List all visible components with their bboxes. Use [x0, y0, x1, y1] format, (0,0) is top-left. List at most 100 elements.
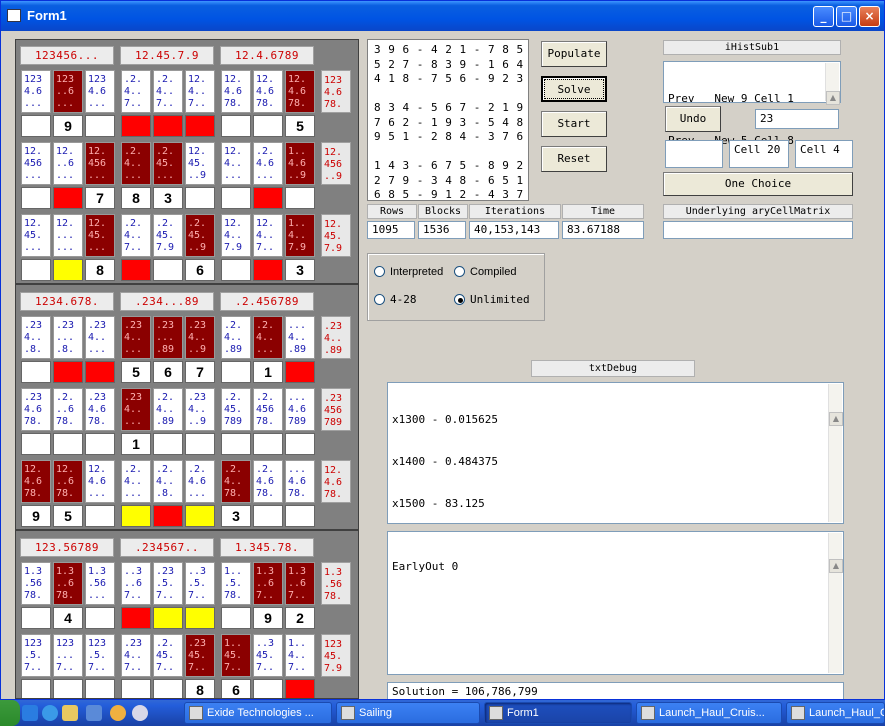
candidate-cell[interactable]: 12. 4.. ...	[221, 142, 251, 185]
start-button[interactable]	[0, 700, 20, 726]
candidate-cell[interactable]: 123 ... 7..	[53, 634, 83, 677]
cell-field-a[interactable]	[665, 140, 723, 168]
candidate-cell[interactable]: 1.3 ..6 78.	[53, 562, 83, 605]
candidate-cell[interactable]: 12. 4.6 78.	[253, 70, 283, 113]
answer-cell[interactable]	[253, 679, 283, 698]
earlyout-textbox[interactable]: EarlyOut 0 ▲ ▼	[387, 531, 844, 675]
candidate-cell[interactable]: .23 4.. ...	[121, 316, 151, 359]
answer-cell[interactable]	[85, 115, 115, 137]
answer-cell[interactable]	[21, 187, 51, 209]
candidate-cell[interactable]: .23 ... .8.	[53, 316, 83, 359]
candidate-cell[interactable]: ..3 ..6 7..	[121, 562, 151, 605]
candidate-cell[interactable]: 1.. .5. 78.	[221, 562, 251, 605]
task-launch-haul-2[interactable]: Launch_Haul_C	[786, 702, 885, 724]
iterations-value[interactable]: 40,153,143	[469, 221, 559, 239]
candidate-cell[interactable]: .2. 4.. ...	[121, 460, 151, 503]
candidate-cell[interactable]: 1.3 ..6 7..	[253, 562, 283, 605]
candidate-cell[interactable]: .2. 4.. .89	[221, 316, 251, 359]
candidate-cell[interactable]: 12. ..6 78.	[53, 460, 83, 503]
task-form1[interactable]: Form1	[484, 702, 632, 724]
scroll-up-icon[interactable]: ▲	[829, 559, 843, 573]
answer-cell[interactable]	[153, 259, 183, 281]
outlook-icon[interactable]	[86, 705, 102, 721]
candidate-cell[interactable]: 12. 45. ..9	[185, 142, 215, 185]
answer-cell[interactable]: 8	[185, 679, 215, 698]
debug-textbox[interactable]: x1300 - 0.015625 x1400 - 0.484375 x1500 …	[387, 382, 844, 576]
candidate-cell[interactable]: .2. 45. 789	[221, 388, 251, 431]
unlimited-radio[interactable]: Unlimited	[454, 293, 530, 306]
candidate-cell[interactable]: .2. 45. ...	[153, 142, 183, 185]
candidate-cell[interactable]: .2. 4.. ...	[253, 316, 283, 359]
candidate-cell[interactable]: .2. 4.. 7..	[153, 70, 183, 113]
interpreted-radio[interactable]: Interpreted	[374, 266, 443, 278]
candidate-cell[interactable]: 12. 4.6 78.	[21, 460, 51, 503]
candidate-cell[interactable]: 123 4.6 ...	[85, 70, 115, 113]
undo-button[interactable]: Undo	[665, 106, 721, 132]
answer-cell[interactable]	[285, 679, 315, 698]
candidate-cell[interactable]: ..3 45. 7..	[253, 634, 283, 677]
matrix-field[interactable]	[663, 221, 853, 239]
candidate-cell[interactable]: 12. 456 ...	[21, 142, 51, 185]
blocks-value[interactable]: 1536	[418, 221, 466, 239]
compiled-radio[interactable]: Compiled	[454, 266, 516, 278]
answer-cell[interactable]	[221, 361, 251, 383]
answer-cell[interactable]	[121, 115, 151, 137]
candidate-cell[interactable]: .2. 4.. ...	[121, 142, 151, 185]
answer-cell[interactable]: 5	[285, 115, 315, 137]
answer-cell[interactable]	[121, 607, 151, 629]
scroll-up-icon[interactable]: ▲	[826, 91, 840, 105]
candidate-cell[interactable]: 12. 45. ...	[21, 214, 51, 257]
candidate-cell[interactable]: ... 4.6 789	[285, 388, 315, 431]
answer-cell[interactable]	[153, 607, 183, 629]
candidate-cell[interactable]: ... 4.6 78.	[285, 460, 315, 503]
answer-cell[interactable]	[153, 505, 183, 527]
candidate-cell[interactable]: .2. 45. 7..	[153, 634, 183, 677]
clock-icon[interactable]	[110, 705, 126, 721]
range-radio[interactable]: 4-28	[374, 293, 417, 306]
answer-cell[interactable]	[85, 679, 115, 698]
debug-scrollbar[interactable]: ▲ ▼	[828, 384, 843, 576]
answer-cell[interactable]	[253, 505, 283, 527]
answer-cell[interactable]: 1	[253, 361, 283, 383]
answer-cell[interactable]: 7	[85, 187, 115, 209]
candidate-cell[interactable]: .23 4.6 78.	[85, 388, 115, 431]
task-exide[interactable]: Exide Technologies ...	[184, 702, 332, 724]
answer-cell[interactable]: 9	[21, 505, 51, 527]
candidate-cell[interactable]: .2. 45. 7.9	[153, 214, 183, 257]
title-bar[interactable]: Form1 _ □ ×	[1, 1, 884, 31]
candidate-cell[interactable]: 1.. 45. 7..	[221, 634, 251, 677]
candidate-cell[interactable]: 12. 4.. 7..	[253, 214, 283, 257]
candidate-cell[interactable]: .2. 456 78.	[253, 388, 283, 431]
solve-button[interactable]: Solve	[541, 76, 607, 102]
candidate-cell[interactable]: .23 ... .89	[153, 316, 183, 359]
candidate-cell[interactable]: .2. 45. ..9	[185, 214, 215, 257]
candidate-cell[interactable]: .23 4.. ...	[121, 388, 151, 431]
one-choice-button[interactable]: One Choice	[663, 172, 853, 196]
answer-cell[interactable]: 5	[121, 361, 151, 383]
candidate-cell[interactable]: .2. 4.. .8.	[153, 460, 183, 503]
answer-cell[interactable]: 1	[121, 433, 151, 455]
candidate-cell[interactable]: 12. ..6 ...	[53, 142, 83, 185]
hist-scrollbar[interactable]: ▲ ▼	[825, 63, 840, 155]
candidate-cell[interactable]: 123 .5. 7..	[21, 634, 51, 677]
answer-cell[interactable]	[21, 115, 51, 137]
candidate-cell[interactable]: .2. 4.6 ...	[185, 460, 215, 503]
candidate-cell[interactable]: 123 ..6 ...	[53, 70, 83, 113]
ie-icon[interactable]	[42, 705, 58, 721]
maximize-button[interactable]: □	[836, 6, 857, 27]
answer-cell[interactable]	[221, 187, 251, 209]
candidate-cell[interactable]: 123 .5. 7..	[85, 634, 115, 677]
minimize-button[interactable]: _	[813, 6, 834, 27]
candidate-cell[interactable]: .2. 4.. 7..	[121, 70, 151, 113]
candidate-cell[interactable]: .23 45. 7..	[185, 634, 215, 677]
answer-cell[interactable]	[85, 607, 115, 629]
candidate-cell[interactable]: 1.3 ..6 7..	[285, 562, 315, 605]
answer-cell[interactable]	[121, 259, 151, 281]
candidate-cell[interactable]: 1.. 4.6 ..9	[285, 142, 315, 185]
answer-cell[interactable]	[285, 433, 315, 455]
task-launch-haul-1[interactable]: Launch_Haul_Cruis...	[636, 702, 782, 724]
answer-cell[interactable]	[85, 505, 115, 527]
candidate-cell[interactable]: ... 4.. .89	[285, 316, 315, 359]
earlyout-scrollbar[interactable]: ▲ ▼	[828, 533, 843, 673]
answer-cell[interactable]: 8	[85, 259, 115, 281]
